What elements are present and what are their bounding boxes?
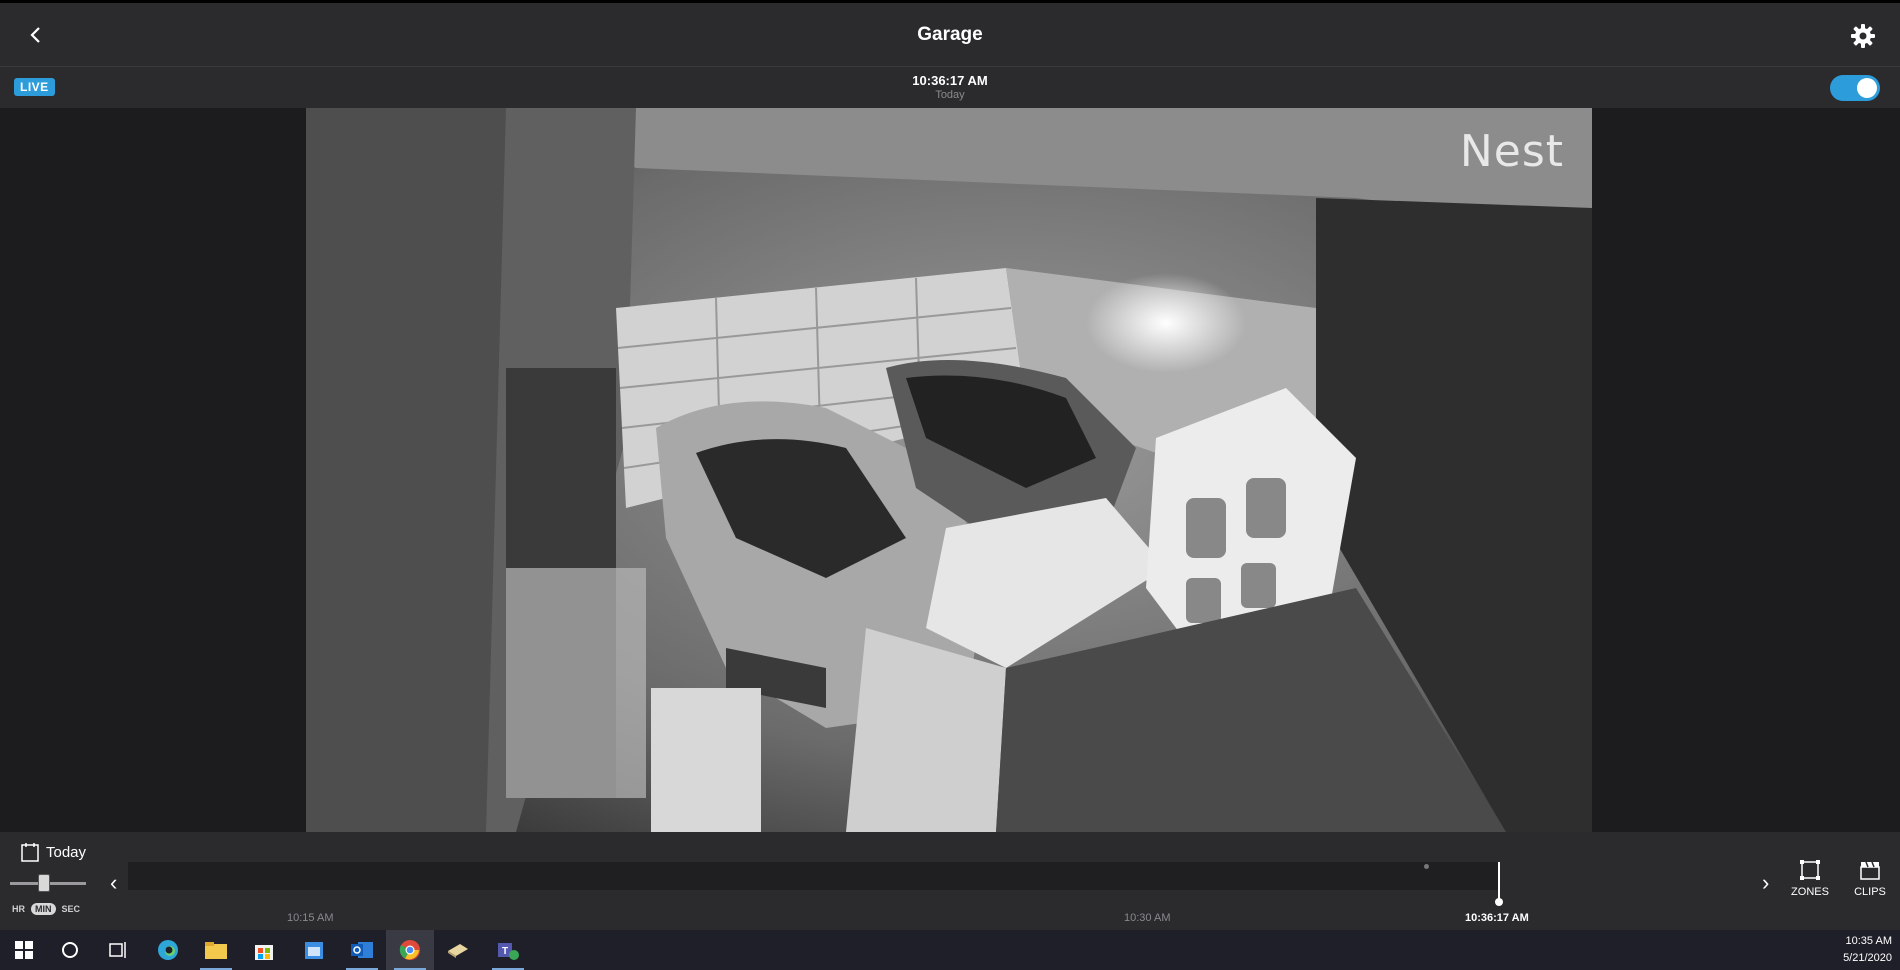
taskbar-edge[interactable] — [144, 930, 192, 970]
calendar-app-icon — [305, 942, 323, 959]
app-header: Garage — [0, 0, 1900, 66]
timeline-tick-current: 10:36:17 AM — [1465, 912, 1529, 924]
page-title: Garage — [917, 24, 983, 45]
zoom-slider-handle[interactable] — [38, 874, 50, 892]
clapperboard-icon — [1860, 861, 1880, 880]
edge-icon — [158, 940, 178, 960]
task-view-icon — [109, 942, 126, 958]
timeline-tick: 10:30 AM — [1124, 912, 1171, 924]
nest-watermark: Nest — [1459, 126, 1564, 177]
timeline-cursor[interactable] — [1498, 862, 1500, 900]
settings-button[interactable] — [1848, 21, 1878, 51]
teams-icon: T — [498, 943, 519, 960]
taskbar-file-explorer[interactable] — [192, 930, 240, 970]
windows-taskbar: T 10:35 AM 5/21/2020 — [0, 930, 1900, 970]
zones-label: ZONES — [1791, 886, 1829, 898]
clock-time: 10:35 AM — [1845, 935, 1892, 947]
zoom-level-labels: HR MIN SEC — [12, 903, 86, 915]
zoom-sec-label[interactable]: SEC — [62, 904, 81, 914]
windows-start-icon — [15, 941, 33, 959]
task-view-button[interactable] — [94, 930, 142, 970]
timeline-prev-button[interactable]: ‹ — [110, 870, 117, 896]
clips-button[interactable]: CLIPS — [1845, 858, 1895, 898]
zoom-min-label[interactable]: MIN — [31, 903, 56, 915]
taskbar-outlook[interactable] — [338, 930, 386, 970]
zoom-hr-label[interactable]: HR — [12, 904, 25, 914]
zones-button[interactable]: ZONES — [1785, 858, 1835, 898]
timeline-bar[interactable] — [128, 862, 1498, 890]
calendar-icon[interactable] — [20, 842, 40, 862]
event-marker[interactable] — [1424, 864, 1429, 869]
date-label[interactable]: Today — [46, 844, 86, 861]
taskbar-notes[interactable] — [434, 930, 482, 970]
store-icon — [255, 945, 273, 960]
windows-start-button[interactable] — [0, 930, 48, 970]
taskbar-calendar-app[interactable] — [290, 930, 338, 970]
cortana-search-button[interactable] — [46, 930, 94, 970]
svg-text:T: T — [502, 946, 508, 957]
video-area: Nest — [0, 108, 1900, 832]
clips-label: CLIPS — [1854, 886, 1886, 898]
taskbar-teams[interactable]: T — [484, 930, 532, 970]
garage-scene-image — [306, 108, 1592, 832]
camera-feed[interactable]: Nest — [306, 108, 1592, 832]
gear-icon — [1851, 24, 1875, 48]
current-day: Today — [935, 89, 965, 101]
toggle-knob — [1857, 78, 1877, 98]
notes-icon — [448, 944, 468, 958]
taskbar-store[interactable] — [240, 930, 288, 970]
taskbar-chrome[interactable] — [386, 930, 434, 970]
status-bar: LIVE 10:36:17 AM Today — [0, 66, 1900, 108]
outlook-icon — [351, 942, 373, 958]
current-time: 10:36:17 AM — [912, 73, 988, 88]
system-clock[interactable]: 10:35 AM 5/21/2020 — [1843, 933, 1892, 967]
cortana-search-icon — [62, 942, 78, 958]
file-explorer-icon — [205, 942, 227, 959]
timeline-next-button[interactable]: › — [1762, 870, 1769, 896]
clock-date: 5/21/2020 — [1843, 952, 1892, 964]
timeline-tick: 10:15 AM — [287, 912, 334, 924]
timeline-cursor-dot[interactable] — [1495, 898, 1503, 906]
chrome-icon — [399, 940, 420, 960]
camera-power-toggle[interactable] — [1830, 75, 1880, 101]
playback-controls: Today HR MIN SEC ‹ › 10:15 AM 10:30 AM 10:… — [0, 832, 1900, 930]
zones-icon — [1800, 860, 1820, 880]
